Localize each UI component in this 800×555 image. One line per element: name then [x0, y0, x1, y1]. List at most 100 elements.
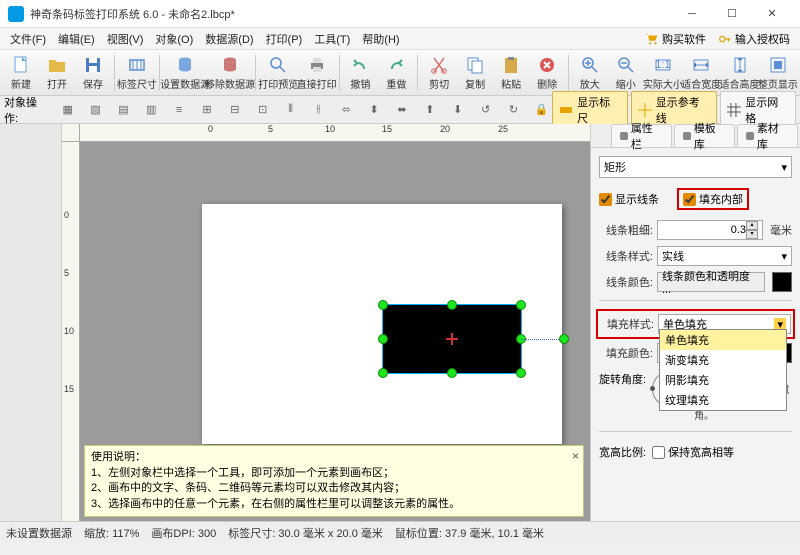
align-6[interactable]: ⊞	[196, 99, 218, 121]
remove-datasource-button[interactable]: 移除数据源	[209, 52, 252, 94]
handle-s[interactable]	[447, 368, 457, 378]
redo-button[interactable]: 重做	[379, 52, 413, 94]
menu-file[interactable]: 文件(F)	[4, 29, 52, 49]
align-14[interactable]: ⬆	[419, 99, 441, 121]
fill-style-dropdown[interactable]: 单色填充 渐变填充 阴影填充 纹理填充	[659, 329, 787, 411]
align-5[interactable]: ≡	[168, 99, 190, 121]
line-color-swatch[interactable]	[772, 272, 792, 292]
selected-rectangle[interactable]	[382, 304, 522, 374]
align-8[interactable]: ⊡	[252, 99, 274, 121]
handle-se[interactable]	[516, 368, 526, 378]
fill-interior-checkbox[interactable]: 填充内部	[677, 188, 749, 210]
align-1[interactable]: ▦	[57, 99, 79, 121]
label-size-icon	[127, 55, 147, 75]
line-weight-field[interactable]: 0.3▴▾	[657, 220, 763, 240]
align-9[interactable]: ⫴	[280, 99, 302, 121]
canvas-area[interactable]: 0 5 10 15 20 25 0 5 10 15	[62, 124, 590, 521]
print-button[interactable]: 直接打印	[298, 52, 334, 94]
print-icon	[307, 55, 327, 75]
align-15[interactable]: ⬇	[447, 99, 469, 121]
menu-tools[interactable]: 工具(T)	[308, 29, 356, 49]
delete-button[interactable]: 删除	[530, 52, 564, 94]
open-button[interactable]: 打开	[40, 52, 74, 94]
toggle-ruler[interactable]: 显示标尺	[552, 91, 628, 129]
actual-size-button[interactable]: 1:1实际大小	[645, 52, 681, 94]
property-tabs: 属性栏 模板库 素材库	[591, 124, 800, 148]
line-style-select[interactable]: 实线▾	[657, 246, 792, 266]
menu-view[interactable]: 视图(V)	[101, 29, 150, 49]
keep-ratio-checkbox[interactable]: 保持宽高相等	[652, 444, 734, 460]
line-weight-stepper[interactable]: ▴▾	[746, 221, 758, 239]
fit-width-icon	[691, 55, 711, 75]
handle-sw[interactable]	[378, 368, 388, 378]
fill-option-gradient[interactable]: 渐变填充	[660, 350, 786, 370]
menu-edit[interactable]: 编辑(E)	[52, 29, 101, 49]
property-panel: 属性栏 模板库 素材库 矩形 ▾ 显示线条 填充内部 线条粗细: 0.3▴▾ 毫…	[590, 124, 800, 521]
fit-page-button[interactable]: 整页显示	[760, 52, 796, 94]
show-stroke-checkbox[interactable]: 显示线条	[599, 188, 659, 210]
shape-type-select[interactable]: 矩形 ▾	[599, 156, 792, 178]
paste-icon	[501, 55, 521, 75]
handle-n[interactable]	[447, 300, 457, 310]
buy-software-link[interactable]: 购买软件	[639, 29, 712, 49]
hint-close-icon[interactable]: ×	[572, 448, 579, 465]
rotate-handle[interactable]	[559, 334, 569, 344]
new-button[interactable]: 新建	[4, 52, 38, 94]
align-12[interactable]: ⬍	[363, 99, 385, 121]
fill-option-shadow[interactable]: 阴影填充	[660, 370, 786, 390]
menu-datasource[interactable]: 数据源(D)	[199, 29, 259, 49]
cut-icon	[429, 55, 449, 75]
align-2[interactable]: ▧	[85, 99, 107, 121]
center-marker	[446, 333, 458, 345]
align-3[interactable]: ▤	[112, 99, 134, 121]
grid-icon	[727, 103, 741, 117]
paste-button[interactable]: 粘贴	[494, 52, 528, 94]
tmpl-tab-icon	[683, 132, 691, 140]
open-icon	[47, 55, 67, 75]
align-17[interactable]: ↻	[503, 99, 525, 121]
canvas-sheet[interactable]	[202, 204, 562, 444]
line-color-button[interactable]: 线条颜色和透明度 ...	[657, 272, 765, 292]
status-datasource: 未设置数据源	[6, 525, 72, 541]
align-13[interactable]: ⬌	[391, 99, 413, 121]
copy-button[interactable]: 复制	[458, 52, 492, 94]
align-4[interactable]: ▥	[140, 99, 162, 121]
save-button[interactable]: 保存	[76, 52, 110, 94]
object-panel[interactable]	[0, 124, 62, 521]
set-datasource-button[interactable]: 设置数据源	[164, 52, 207, 94]
enter-auth-link[interactable]: 输入授权码	[712, 29, 796, 49]
fill-option-solid[interactable]: 单色填充	[660, 330, 786, 350]
align-11[interactable]: ⬄	[335, 99, 357, 121]
menu-help[interactable]: 帮助(H)	[356, 29, 405, 49]
align-10[interactable]: ⫲	[308, 99, 330, 121]
maximize-button[interactable]: ☐	[712, 0, 752, 28]
app-logo	[8, 6, 24, 22]
handle-w[interactable]	[378, 334, 388, 344]
zoom-in-button[interactable]: 放大	[573, 52, 607, 94]
status-size: 标签尺寸: 30.0 毫米 x 20.0 毫米	[228, 525, 383, 541]
label-size-button[interactable]: 标签尺寸	[119, 52, 155, 94]
undo-button[interactable]: 撤销	[343, 52, 377, 94]
tab-properties[interactable]: 属性栏	[611, 124, 672, 147]
align-16[interactable]: ↺	[475, 99, 497, 121]
svg-text:1:1: 1:1	[655, 59, 670, 71]
fill-color-label: 填充颜色:	[599, 345, 653, 361]
lock-icon[interactable]: 🔒	[530, 99, 552, 121]
close-button[interactable]: ✕	[752, 0, 792, 28]
align-7[interactable]: ⊟	[224, 99, 246, 121]
fit-width-button[interactable]: 适合宽度	[683, 52, 719, 94]
redo-icon	[386, 55, 406, 75]
handle-ne[interactable]	[516, 300, 526, 310]
menu-print[interactable]: 打印(P)	[260, 29, 309, 49]
handle-nw[interactable]	[378, 300, 388, 310]
cut-button[interactable]: 剪切	[422, 52, 456, 94]
delete-icon	[537, 55, 557, 75]
minimize-button[interactable]: ─	[672, 0, 712, 28]
zoom-out-button[interactable]: 缩小	[609, 52, 643, 94]
menu-object[interactable]: 对象(O)	[149, 29, 199, 49]
tab-templates[interactable]: 模板库	[674, 124, 735, 147]
tab-materials[interactable]: 素材库	[737, 124, 798, 147]
fill-option-texture[interactable]: 纹理填充	[660, 390, 786, 410]
print-preview-button[interactable]: 打印预览	[260, 52, 296, 94]
fit-height-button[interactable]: 适合高度	[721, 52, 757, 94]
